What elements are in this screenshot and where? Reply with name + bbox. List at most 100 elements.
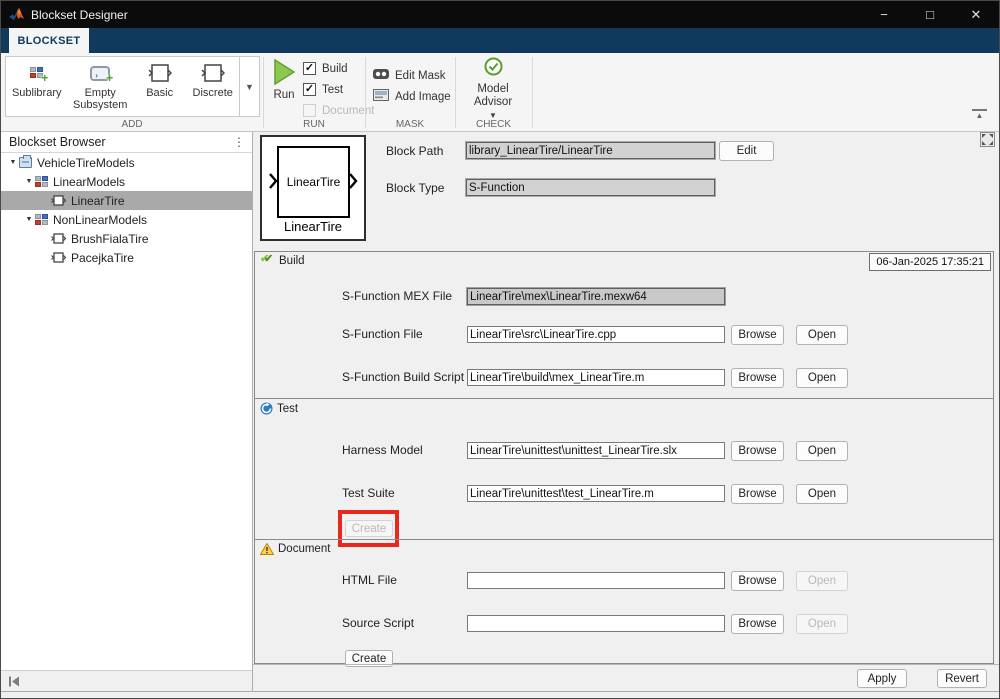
source-script-field[interactable]	[467, 615, 725, 632]
document-section: Document HTML File Browse Open Source Sc…	[255, 539, 993, 663]
harness-model-open-button[interactable]: Open	[796, 441, 848, 461]
collapse-panel-icon[interactable]	[8, 676, 20, 687]
expander-icon[interactable]: ▼	[23, 216, 35, 223]
run-button[interactable]: Run	[267, 58, 301, 101]
source-script-label: Source Script	[342, 616, 414, 630]
add-gallery-dropdown[interactable]: ▼	[240, 56, 260, 117]
edit-block-path-button[interactable]: Edit	[719, 141, 774, 161]
edit-mask-icon	[373, 68, 389, 83]
browser-header: Blockset Browser ⋮	[1, 132, 252, 153]
build-section-title: Build	[279, 255, 305, 267]
tree-item-lineartire[interactable]: LinearTire	[1, 191, 252, 210]
tree-item-vehicletiremodels[interactable]: ▼ VehicleTireModels	[1, 153, 252, 172]
add-empty-subsystem-button[interactable]: › + Empty Subsystem	[67, 57, 132, 116]
browser-status-strip	[1, 670, 252, 691]
tree-item-nonlinearmodels[interactable]: ▼ NonLinearModels	[1, 210, 252, 229]
block-path-field[interactable]	[466, 142, 715, 159]
apply-button[interactable]: Apply	[857, 669, 907, 688]
model-advisor-icon	[484, 57, 503, 76]
tree-item-pacejkatire[interactable]: PacejkaTire	[1, 248, 252, 267]
html-file-browse-button[interactable]: Browse	[731, 571, 784, 591]
document-checkbox-row: Document	[303, 100, 374, 121]
block-icon	[51, 233, 66, 244]
tree-item-label: NonLinearModels	[53, 213, 147, 227]
test-checkbox-row[interactable]: ✓ Test	[303, 79, 374, 100]
test-section-header: Test	[260, 402, 298, 415]
block-path-label: Block Path	[386, 144, 443, 158]
group-label-check: CHECK	[455, 119, 532, 130]
window-controls: − □ ✕	[861, 1, 999, 28]
close-button[interactable]: ✕	[953, 1, 999, 28]
tree-item-label: LinearTire	[71, 194, 125, 208]
edit-mask-button[interactable]: Edit Mask	[373, 65, 451, 86]
html-file-open-button: Open	[796, 571, 848, 591]
add-discrete-button[interactable]: Discrete	[186, 57, 239, 116]
harness-model-browse-button[interactable]: Browse	[731, 441, 784, 461]
test-suite-browse-button[interactable]: Browse	[731, 484, 784, 504]
basic-block-icon	[148, 62, 172, 84]
add-basic-button[interactable]: Basic	[133, 57, 187, 116]
build-script-field[interactable]	[467, 369, 725, 386]
tree-item-brushfialatire[interactable]: BrushFialaTire	[1, 229, 252, 248]
group-label-run: RUN	[263, 119, 365, 130]
build-section: ✔ ✔ Build 06-Jan-2025 17:35:21 S-Functio…	[255, 252, 993, 398]
input-port-icon	[268, 172, 278, 190]
run-button-label: Run	[267, 89, 301, 101]
ribbon-separator	[365, 57, 366, 128]
revert-button[interactable]: Revert	[937, 669, 987, 688]
block-preview-caption: LinearTire	[262, 219, 364, 234]
sfunction-file-open-button[interactable]: Open	[796, 325, 848, 345]
test-create-button: Create	[345, 520, 393, 537]
add-sublibrary-button[interactable]: + Sublibrary	[6, 57, 67, 116]
build-script-open-button[interactable]: Open	[796, 368, 848, 388]
empty-subsystem-icon: › +	[90, 62, 110, 84]
add-basic-label: Basic	[146, 87, 173, 99]
html-file-field[interactable]	[467, 572, 725, 589]
add-gallery: + Sublibrary › + Empty Subsystem	[5, 56, 240, 117]
model-advisor-label: Model Advisor	[466, 83, 520, 109]
ribbon-tabstrip: BLOCKSET	[1, 28, 999, 53]
test-section: Test Harness Model Browse Open Test Suit…	[255, 398, 993, 539]
action-bar: Apply Revert	[253, 664, 999, 691]
sfunction-file-field[interactable]	[467, 326, 725, 343]
test-checkbox[interactable]: ✓	[303, 83, 316, 96]
collapse-ribbon-icon[interactable]: ▲	[972, 109, 987, 121]
document-checkbox	[303, 104, 316, 117]
test-checkbox-label: Test	[322, 84, 343, 96]
blockset-designer-window: Blockset Designer − □ ✕ BLOCKSET + Subli…	[0, 0, 1000, 699]
build-script-browse-button[interactable]: Browse	[731, 368, 784, 388]
add-image-button[interactable]: Add Image	[373, 86, 451, 107]
build-status-icon: ✔ ✔	[260, 255, 275, 267]
build-checkbox-label: Build	[322, 63, 348, 75]
build-checkbox[interactable]: ✓	[303, 62, 316, 75]
harness-model-field[interactable]	[467, 442, 725, 459]
maximize-button[interactable]: □	[907, 1, 953, 28]
tree-item-label: PacejkaTire	[71, 251, 134, 265]
minimize-button[interactable]: −	[861, 1, 907, 28]
source-script-browse-button[interactable]: Browse	[731, 614, 784, 634]
model-advisor-button[interactable]: Model Advisor ▼	[455, 57, 531, 122]
expander-icon[interactable]: ▼	[7, 159, 19, 166]
add-image-icon	[373, 89, 389, 104]
matlab-logo-icon	[9, 8, 24, 22]
sfunction-file-browse-button[interactable]: Browse	[731, 325, 784, 345]
block-icon	[51, 195, 66, 206]
expand-panel-icon[interactable]	[980, 132, 995, 147]
ribbon-separator	[532, 57, 533, 128]
harness-model-label: Harness Model	[342, 443, 423, 457]
tree-item-linearmodels[interactable]: ▼ LinearModels	[1, 172, 252, 191]
expander-icon[interactable]: ▼	[23, 178, 35, 185]
mex-file-field[interactable]	[467, 288, 725, 305]
block-preview: LinearTire LinearTire	[260, 135, 366, 241]
test-suite-open-button[interactable]: Open	[796, 484, 848, 504]
window-bottom-edge	[1, 691, 999, 698]
build-section-header: ✔ ✔ Build	[260, 255, 305, 267]
add-discrete-label: Discrete	[193, 87, 233, 99]
block-type-field[interactable]	[466, 179, 715, 196]
browser-menu-icon[interactable]: ⋮	[232, 137, 246, 147]
tab-blockset[interactable]: BLOCKSET	[9, 28, 89, 53]
library-icon	[19, 157, 32, 168]
build-checkbox-row[interactable]: ✓ Build	[303, 58, 374, 79]
block-preview-text: LinearTire	[287, 175, 341, 189]
test-suite-field[interactable]	[467, 485, 725, 502]
